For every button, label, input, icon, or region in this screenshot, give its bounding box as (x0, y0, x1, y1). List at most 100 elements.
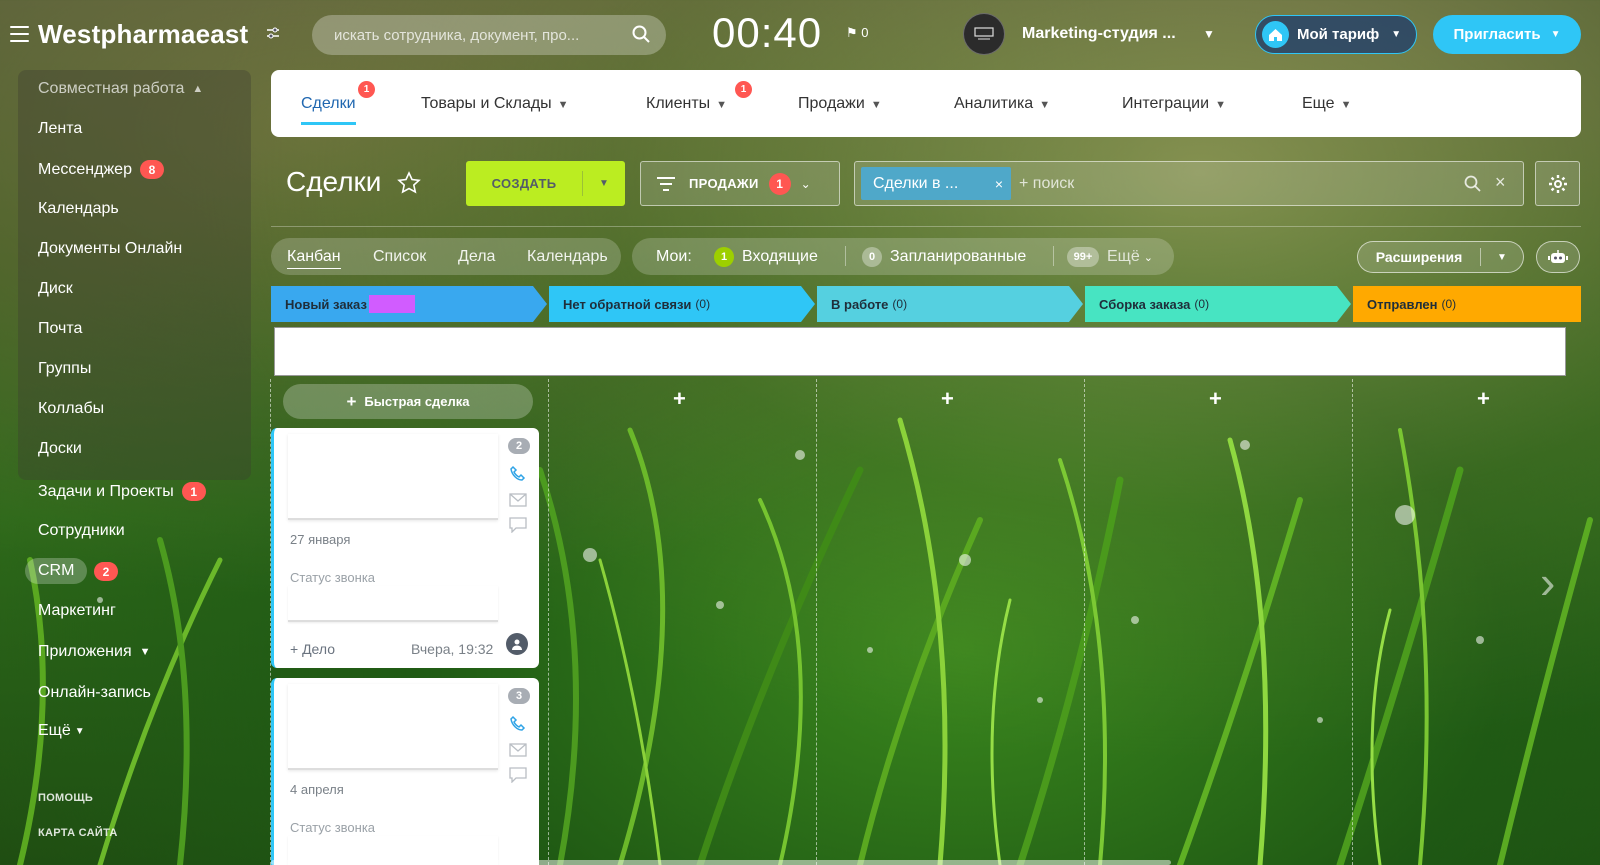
close-icon[interactable]: × (995, 176, 1003, 192)
chevron-down-icon[interactable]: ▼ (1481, 252, 1523, 263)
stage-count: (0) (892, 297, 908, 311)
chevron-up-icon: ▲ (192, 83, 204, 95)
tab-products[interactable]: Товары и Склады ▼ (421, 95, 569, 113)
create-button[interactable]: СОЗДАТЬ ▼ (466, 161, 625, 206)
sidebar-item-label: Ещё (38, 722, 71, 739)
horizontal-scrollbar[interactable] (271, 860, 1171, 865)
settings-button[interactable] (1535, 161, 1580, 206)
sidebar-item-disk[interactable]: Диск (38, 280, 73, 298)
tab-label: Товары и Склады (421, 95, 552, 112)
funnel-counter: 1 (768, 172, 791, 195)
sidebar-item-employees[interactable]: Сотрудники (38, 522, 125, 540)
add-deal-icon[interactable]: + (1209, 386, 1222, 412)
sidebar-item-label: Документы Онлайн (38, 240, 183, 257)
filter-search-box[interactable]: Сделки в ... × × (854, 161, 1524, 206)
more-counters[interactable]: 99+ Ещё ⌄ (1067, 247, 1153, 267)
sidebar-item-label: Коллабы (38, 400, 105, 417)
planned-counter[interactable]: 0 Запланированные (862, 247, 1026, 267)
deal-card[interactable]: 2 27 января Статус звонка + Дело Вчера, … (271, 428, 539, 668)
call-status-field[interactable] (288, 586, 498, 622)
help-link[interactable]: ПОМОЩЬ (38, 792, 93, 804)
tab-label: Интеграции (1122, 95, 1210, 112)
mail-icon[interactable] (509, 493, 527, 507)
chat-icon[interactable] (509, 517, 527, 533)
sidebar-item-boards[interactable]: Доски (38, 440, 82, 458)
sidebar-item-feed[interactable]: Лента (38, 120, 82, 138)
sidebar-item-docs[interactable]: Документы Онлайн (38, 240, 182, 258)
filter-input[interactable] (1019, 174, 1439, 193)
add-deal-icon[interactable]: + (941, 386, 954, 412)
star-icon[interactable] (397, 171, 421, 195)
stage-new-order[interactable]: Новый заказ (271, 286, 533, 322)
deal-card[interactable]: 3 4 апреля Статус звонка (271, 678, 539, 865)
sidebar-item-collabs[interactable]: Коллабы (38, 400, 104, 418)
search-icon[interactable] (632, 25, 650, 43)
phone-icon[interactable] (509, 465, 527, 483)
invite-button[interactable]: Пригласить ▼ (1433, 15, 1581, 54)
chevron-down-icon[interactable]: ▼ (1203, 27, 1215, 41)
filter-chip[interactable]: Сделки в ... × (861, 167, 1011, 200)
funnel-selector-button[interactable]: ПРОДАЖИ 1 ⌄ (640, 161, 840, 206)
extensions-button[interactable]: Расширения ▼ (1357, 241, 1524, 273)
incoming-counter[interactable]: 1 Входящие (714, 247, 818, 267)
robots-button[interactable] (1536, 241, 1580, 273)
stage-name: В работе (831, 296, 889, 312)
deal-title-field[interactable] (288, 434, 498, 520)
logo-settings-icon[interactable] (266, 26, 280, 45)
sidebar-item-groups[interactable]: Группы (38, 360, 91, 378)
sidebar-item-booking[interactable]: Онлайн-запись (38, 684, 151, 702)
sidebar-item-calendar[interactable]: Календарь (38, 200, 119, 218)
sidebar-item-marketing[interactable]: Маркетинг (38, 602, 116, 620)
flag-counter[interactable]: ⚑ 0 (846, 25, 869, 41)
search-icon[interactable] (1464, 175, 1481, 192)
deal-title-field[interactable] (288, 684, 498, 770)
add-activity-link[interactable]: + Дело (290, 641, 335, 657)
tab-sales[interactable]: Продажи ▼ (798, 95, 882, 113)
mail-icon[interactable] (509, 743, 527, 757)
counters-panel: Мои: 1 Входящие 0 Запланированные 99+ Ещё ⌄ (632, 238, 1174, 275)
sidebar-item-crm[interactable]: CRM (25, 558, 88, 584)
stage-arrow (533, 286, 547, 322)
clear-icon[interactable]: × (1495, 172, 1506, 193)
sitemap-link[interactable]: КАРТА САЙТА (38, 827, 118, 839)
chevron-down-icon[interactable]: ▼ (583, 178, 625, 189)
view-kanban[interactable]: Канбан (287, 248, 341, 269)
sidebar-item-label: Диск (38, 280, 73, 297)
search-input[interactable] (312, 15, 666, 55)
quick-deal-button[interactable]: + Быстрая сделка (283, 384, 533, 419)
view-calendar[interactable]: Календарь (527, 248, 608, 266)
tab-integrations[interactable]: Интеграции ▼ (1122, 95, 1226, 113)
view-list[interactable]: Список (373, 248, 426, 266)
sidebar-item-more[interactable]: Ещё ▼ (38, 722, 85, 740)
portal-logo[interactable]: Westpharmaeast (38, 19, 248, 50)
company-name[interactable]: Marketing-студия ... (1022, 25, 1176, 43)
sidebar-item-tasks[interactable]: Задачи и Проекты 1 (38, 482, 206, 501)
work-day-clock[interactable]: 00:40 (712, 9, 822, 57)
tab-more[interactable]: Еще ▼ (1302, 95, 1351, 113)
menu-icon[interactable] (10, 26, 29, 42)
sidebar-item-apps[interactable]: Приложения ▼ (38, 643, 151, 661)
add-deal-icon[interactable]: + (673, 386, 686, 412)
chevron-right-icon[interactable]: › (1540, 555, 1555, 609)
tab-clients[interactable]: Клиенты ▼ (646, 95, 727, 113)
sidebar-item-messenger[interactable]: Мессенджер 8 (38, 160, 164, 179)
add-deal-icon[interactable]: + (1477, 386, 1490, 412)
sidebar-item-label: Календарь (38, 200, 119, 217)
chevron-down-icon: ▼ (716, 99, 728, 111)
sidebar-item-mail[interactable]: Почта (38, 320, 82, 338)
my-tariff-button[interactable]: Мой тариф ▼ (1255, 15, 1417, 54)
chat-icon[interactable] (509, 767, 527, 783)
stage-shipped[interactable]: Отправлен (0) (1353, 286, 1581, 322)
view-activities[interactable]: Дела (458, 248, 495, 266)
company-logo[interactable] (963, 13, 1005, 55)
avatar[interactable] (506, 633, 528, 655)
stage-in-progress[interactable]: В работе (0) (817, 286, 1069, 322)
sidebar-group-title[interactable]: Совместная работа ▲ (38, 80, 203, 98)
tab-analytics[interactable]: Аналитика ▼ (954, 95, 1050, 113)
stage-name: Нет обратной связи (563, 296, 692, 312)
stage-assembly[interactable]: Сборка заказа (0) (1085, 286, 1337, 322)
phone-icon[interactable] (509, 715, 527, 733)
kanban-board: Новый заказ Нет обратной связи (0) В рабо… (270, 286, 1581, 865)
stage-no-feedback[interactable]: Нет обратной связи (0) (549, 286, 801, 322)
tab-deals[interactable]: Сделки (301, 95, 356, 125)
